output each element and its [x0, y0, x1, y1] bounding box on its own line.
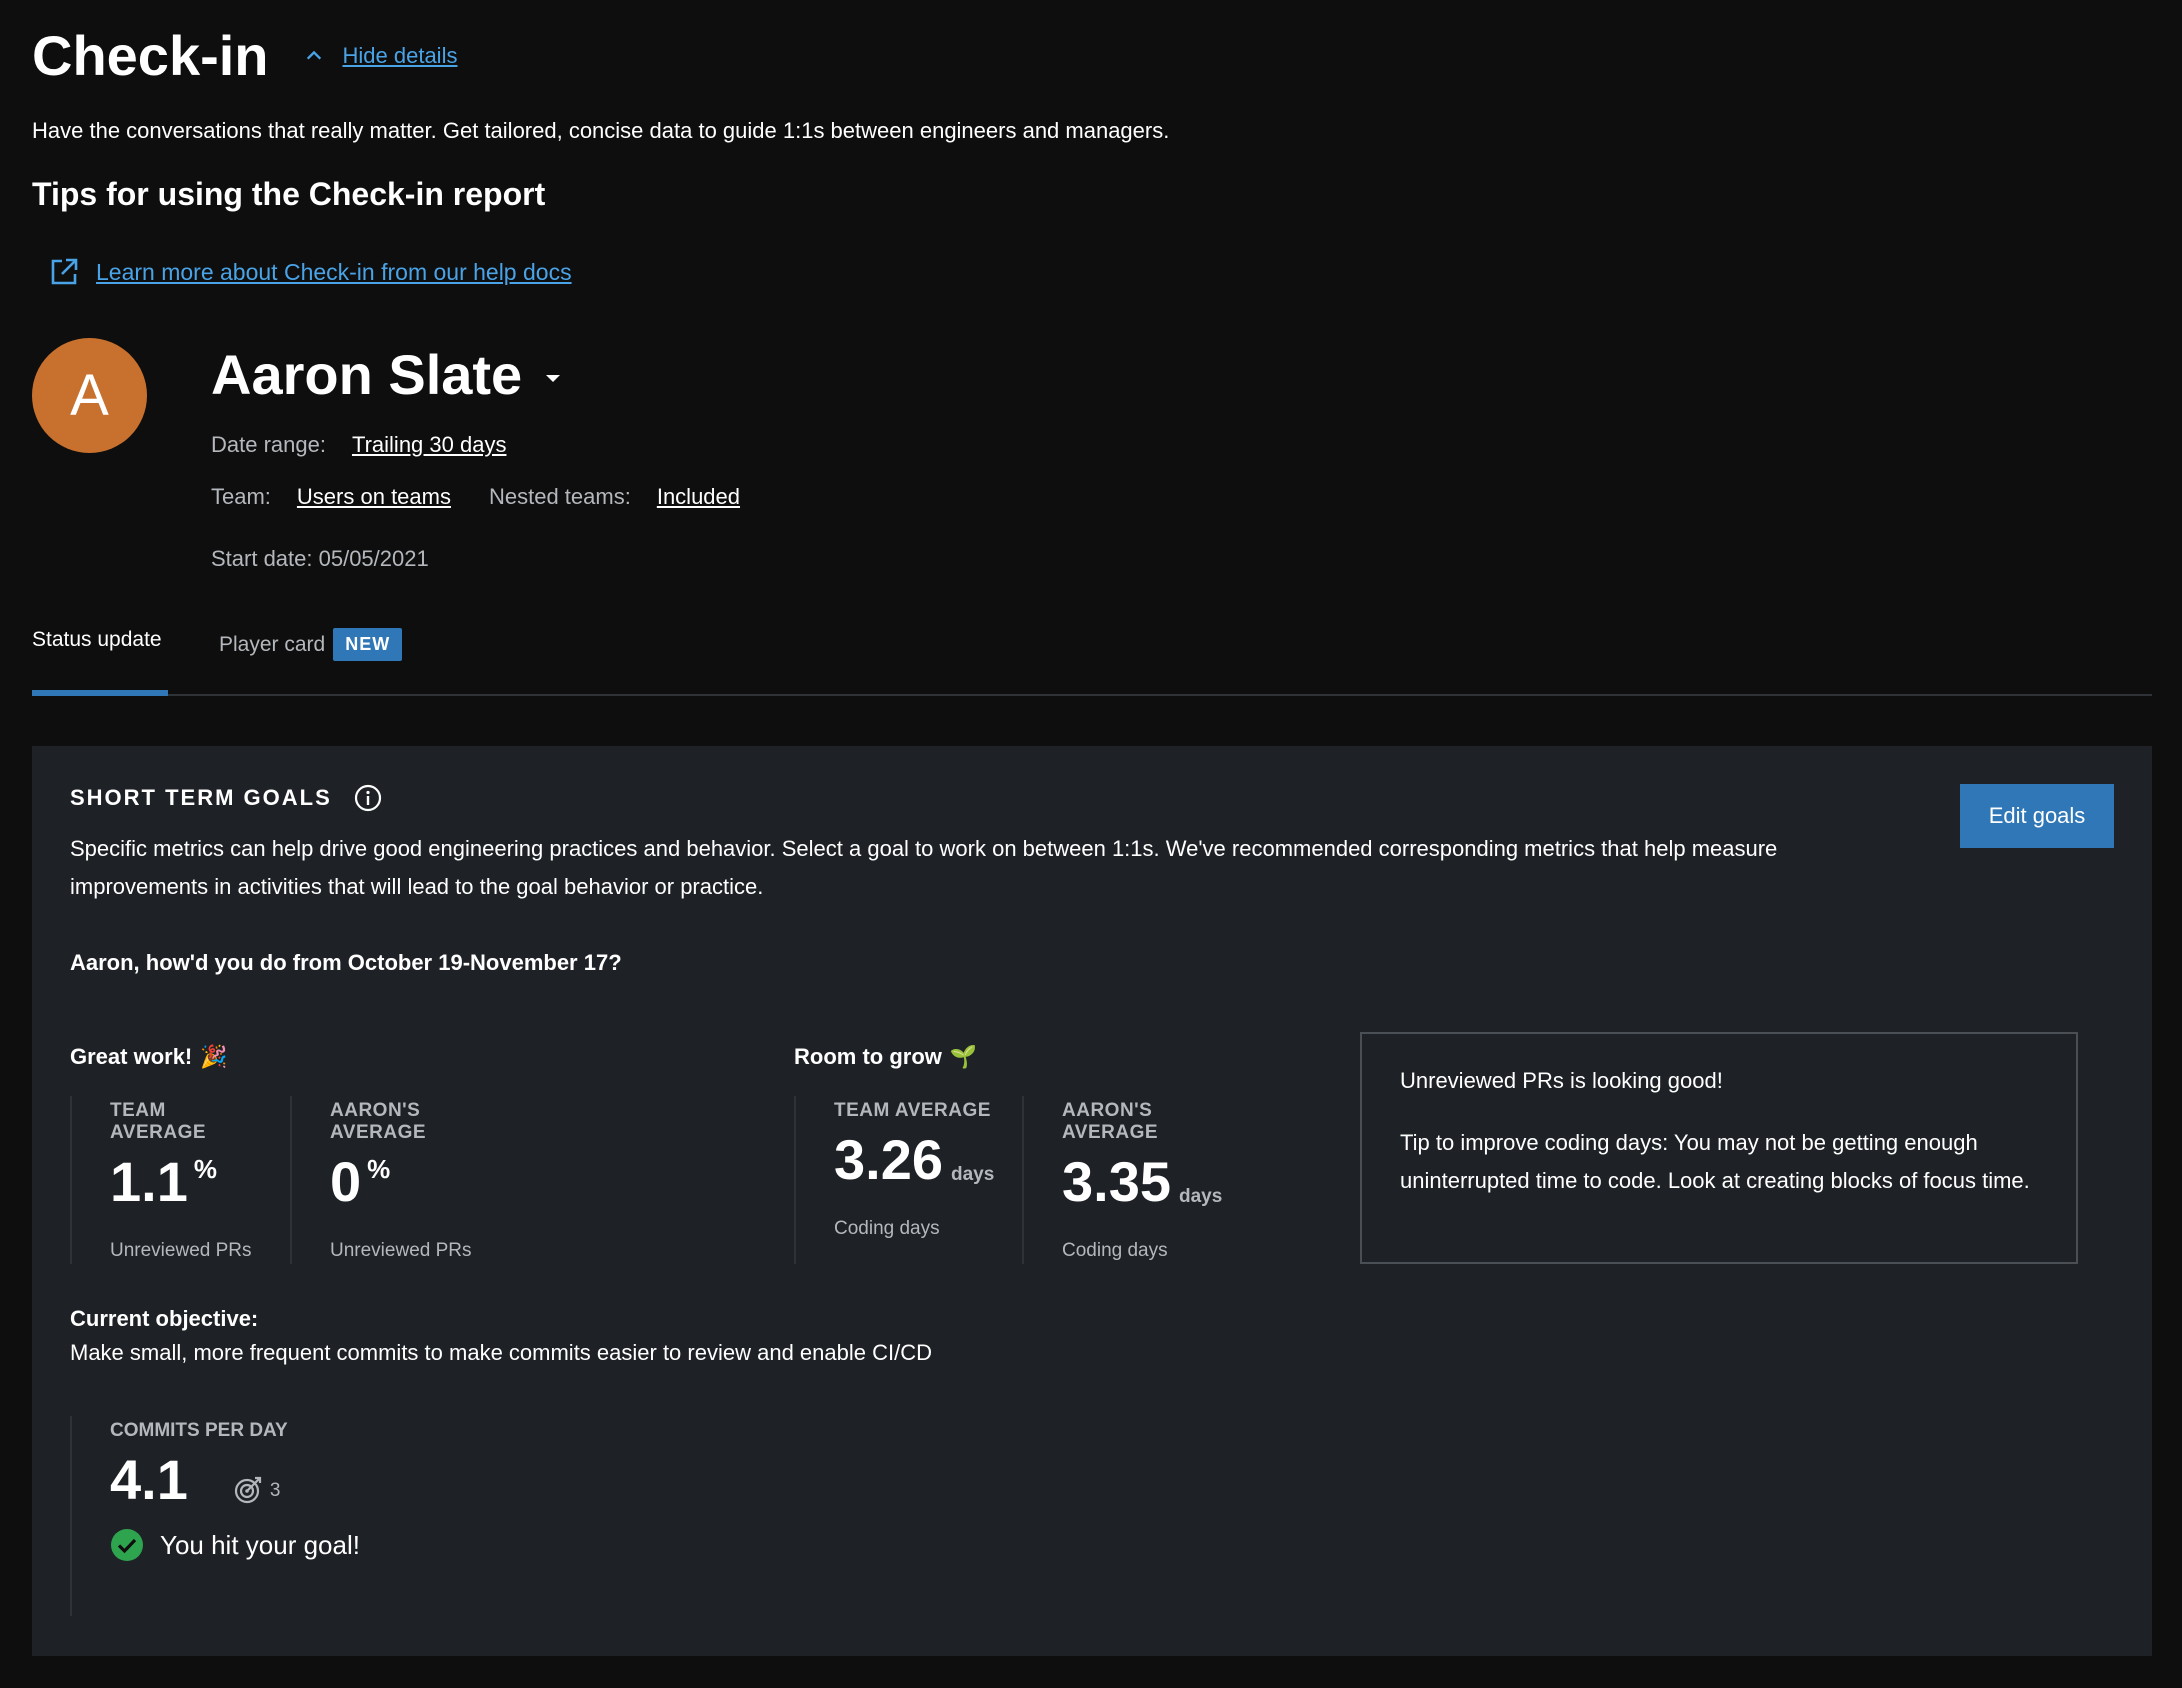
period-question: Aaron, how'd you do from October 19-Nove… — [70, 950, 622, 975]
hide-details-toggle[interactable]: Hide details — [305, 43, 458, 69]
info-icon[interactable] — [354, 784, 382, 812]
date-range-label: Date range: — [211, 432, 326, 457]
metric-label: AARON'S AVERAGE — [330, 1100, 427, 1143]
commits-target: 3 — [269, 1480, 281, 1501]
external-link-icon — [51, 258, 78, 285]
metric-value: 0 — [330, 1150, 362, 1213]
name-row[interactable]: Aaron Slate — [211, 340, 740, 410]
room-to-grow-heading: Room to grow 🌱 — [794, 1044, 977, 1070]
date-range-value[interactable]: Trailing 30 days — [352, 432, 506, 458]
check-circle-icon — [111, 1529, 143, 1561]
great-work-heading: Great work! 🎉 — [70, 1044, 228, 1070]
metric-card: TEAM AVERAGE 1.1 % Unreviewed PRs — [70, 1096, 290, 1264]
metric-label: AARON'S AVERAGE — [1062, 1100, 1159, 1143]
great-work-title: Great work! — [70, 1044, 193, 1069]
metric-value-row: 3.26 days — [834, 1128, 996, 1192]
metric-value-row: 1.1 % — [110, 1150, 264, 1214]
metric-caption: Coding days — [1062, 1240, 1168, 1261]
tips-heading: Tips for using the Check-in report — [32, 176, 546, 212]
objective-text: Make small, more frequent commits to mak… — [70, 1340, 932, 1365]
goals-title: SHORT TERM GOALS — [70, 785, 332, 810]
nested-teams-label: Nested teams: — [488, 484, 631, 509]
commits-label: COMMITS PER DAY — [110, 1420, 288, 1441]
nested-teams-value[interactable]: Included — [657, 484, 740, 510]
goals-description: Specific metrics can help drive good eng… — [70, 836, 1778, 899]
help-docs-link[interactable]: Learn more about Check-in from our help … — [96, 259, 572, 286]
goal-hit-row: You hit your goal! — [110, 1528, 360, 1562]
metric-value: 1.1 — [110, 1150, 188, 1213]
team-row: Team: Users on teams Nested teams: Inclu… — [211, 484, 740, 510]
page-title: Check-in — [32, 24, 269, 87]
tip-positive: Unreviewed PRs is looking good! — [1400, 1068, 1723, 1093]
goal-hit-text: You hit your goal! — [160, 1529, 360, 1560]
tab-bar: Status update Player card NEW — [32, 620, 2152, 696]
chevron-up-icon — [306, 50, 321, 60]
date-range-row: Date range: Trailing 30 days — [211, 432, 740, 458]
tip-box: Unreviewed PRs is looking good! Tip to i… — [1360, 1032, 2078, 1264]
start-date: Start date: 05/05/2021 — [211, 546, 429, 571]
objective-title: Current objective: — [70, 1306, 259, 1331]
page-subtitle: Have the conversations that really matte… — [32, 118, 1170, 143]
metric-unit: % — [367, 1154, 391, 1184]
metric-card: TEAM AVERAGE 3.26 days Coding days — [794, 1096, 1022, 1264]
new-badge: NEW — [333, 628, 403, 661]
room-to-grow-metrics: TEAM AVERAGE 3.26 days Coding days AARON… — [794, 1096, 1278, 1264]
metric-value: 3.26 — [834, 1128, 943, 1191]
metric-unit: % — [193, 1154, 217, 1184]
profile-info: Aaron Slate Date range: Trailing 30 days… — [211, 340, 740, 572]
target-icon — [234, 1476, 261, 1504]
tab-player-card[interactable]: Player card NEW — [219, 628, 403, 661]
help-docs-row[interactable]: Learn more about Check-in from our help … — [48, 256, 572, 288]
seedling-emoji: 🌱 — [949, 1044, 978, 1069]
commits-per-day-card: COMMITS PER DAY 4.1 3 You hit your goal! — [70, 1416, 360, 1616]
tip-improve: Tip to improve coding days: You may not … — [1400, 1130, 2030, 1193]
metric-value-row: 3.35 days — [1062, 1150, 1252, 1214]
metric-card: AARON'S AVERAGE 0 % Unreviewed PRs — [290, 1096, 546, 1264]
team-value[interactable]: Users on teams — [297, 484, 451, 510]
metric-unit: days — [951, 1164, 995, 1185]
commits-value-row: 4.1 3 — [110, 1448, 360, 1512]
checkin-page: Check-in Hide details Have the conversat… — [0, 0, 2182, 1688]
metric-unit: days — [1179, 1186, 1223, 1207]
avatar: A — [32, 338, 147, 453]
metric-value-row: 0 % — [330, 1150, 520, 1214]
metric-value: 3.35 — [1062, 1150, 1171, 1213]
metric-label: TEAM AVERAGE — [110, 1100, 207, 1143]
caret-down-icon[interactable] — [544, 372, 562, 384]
metric-card: AARON'S AVERAGE 3.35 days Coding days — [1022, 1096, 1278, 1264]
edit-goals-button[interactable]: Edit goals — [1960, 784, 2114, 848]
tab-status-update[interactable]: Status update — [32, 628, 162, 652]
metric-caption: Unreviewed PRs — [110, 1240, 252, 1261]
title-row: Check-in Hide details — [32, 22, 457, 90]
hide-details-link[interactable]: Hide details — [343, 43, 458, 69]
metric-caption: Coding days — [834, 1218, 940, 1239]
room-to-grow-title: Room to grow — [794, 1044, 942, 1069]
active-tab-indicator — [32, 690, 168, 696]
team-label: Team: — [211, 484, 271, 509]
goals-header: SHORT TERM GOALS — [70, 784, 2114, 812]
metric-caption: Unreviewed PRs — [330, 1240, 472, 1261]
great-work-metrics: TEAM AVERAGE 1.1 % Unreviewed PRs AARON'… — [70, 1096, 546, 1264]
tab-player-card-label: Player card — [219, 632, 326, 656]
current-objective: Current objective: Make small, more freq… — [70, 1306, 932, 1366]
panel-inner: SHORT TERM GOALS Edit goals Specific met… — [70, 784, 2114, 976]
party-emoji: 🎉 — [200, 1044, 228, 1069]
commits-value: 4.1 — [110, 1448, 188, 1511]
metric-label: TEAM AVERAGE — [834, 1100, 991, 1121]
user-name: Aaron Slate — [211, 343, 523, 406]
